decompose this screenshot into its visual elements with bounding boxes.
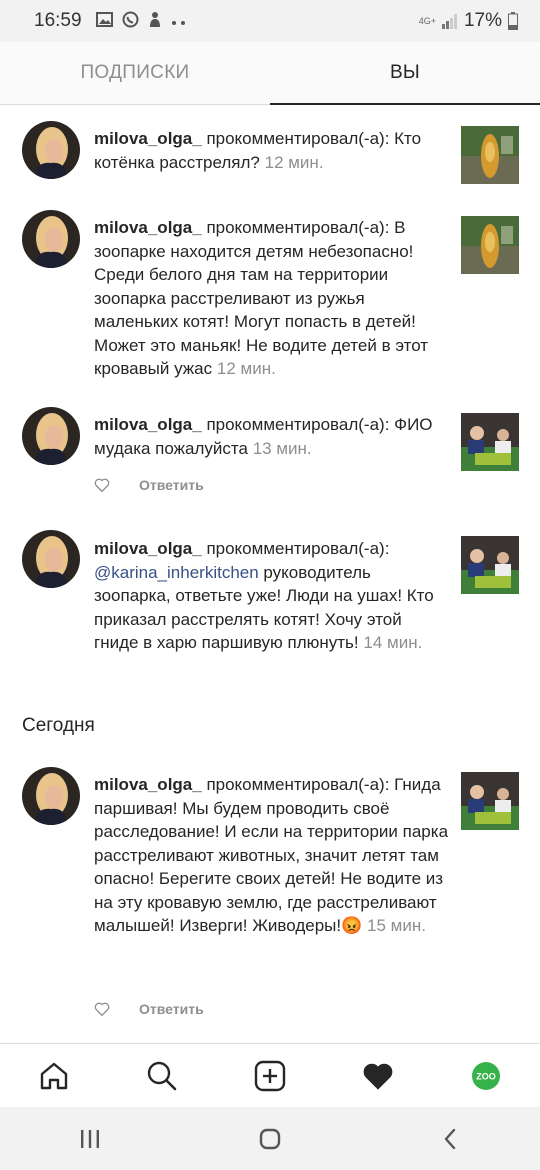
tab-you[interactable]: ВЫ (270, 42, 540, 104)
status-time: 16:59 (34, 10, 82, 31)
more-icon (171, 13, 187, 30)
avatar[interactable] (22, 210, 80, 268)
notification-text: milova_olga_ прокомментировал(-а): В зоо… (94, 218, 429, 378)
timestamp: 14 мин. (363, 633, 423, 652)
status-bar: 16:59 4G+ 17% (0, 0, 540, 42)
section-title-today: Сегодня (22, 715, 95, 736)
avatar[interactable] (22, 530, 80, 588)
notification-text: milova_olga_ прокомментировал(-а): ФИО м… (94, 415, 433, 458)
reply-button[interactable]: Ответить (139, 1001, 204, 1017)
search-icon[interactable] (142, 1056, 182, 1096)
system-navigation (0, 1107, 540, 1170)
post-thumbnail[interactable] (461, 126, 519, 184)
post-thumbnail[interactable] (461, 216, 519, 274)
recent-apps-icon[interactable] (70, 1119, 110, 1159)
comment-text: В зоопарке находится детям небезопасно! … (94, 218, 429, 378)
home-button-icon[interactable] (250, 1119, 290, 1159)
username[interactable]: milova_olga_ (94, 539, 202, 558)
tab-following[interactable]: ПОДПИСКИ (0, 42, 270, 104)
signal-icon (441, 14, 457, 29)
mention-link[interactable]: @karina_inherkitchen (94, 563, 259, 582)
notification-feed[interactable]: milova_olga_ прокомментировал(-а): Кто к… (0, 105, 540, 1042)
battery-icon (508, 12, 518, 30)
notification-text: milova_olga_ прокомментировал(-а): Гнида… (94, 775, 449, 935)
profile-avatar[interactable]: ZOO (466, 1056, 506, 1096)
app-icon (148, 11, 162, 32)
add-post-icon[interactable] (250, 1056, 290, 1096)
notification-text: milova_olga_ прокомментировал(-а): @kari… (94, 539, 434, 652)
notification-text: milova_olga_ прокомментировал(-а): Кто к… (94, 129, 422, 172)
profile-badge-text: ZOO (476, 1072, 496, 1082)
post-thumbnail[interactable] (461, 772, 519, 830)
angry-emoji: 😡 (341, 916, 363, 935)
bottom-navigation: ZOO (0, 1043, 540, 1108)
gallery-icon (95, 11, 113, 31)
heart-icon[interactable] (358, 1056, 398, 1096)
network-indicator: 4G+ (418, 15, 436, 26)
comment-actions: Ответить (94, 477, 204, 493)
avatar[interactable] (22, 121, 80, 179)
whatsapp-icon (122, 11, 139, 32)
like-heart-icon[interactable] (94, 1002, 110, 1016)
timestamp: 15 мин. (367, 916, 426, 935)
like-heart-icon[interactable] (94, 478, 110, 492)
username[interactable]: milova_olga_ (94, 775, 202, 794)
activity-tabs: ПОДПИСКИ ВЫ (0, 42, 540, 105)
timestamp: 13 мин. (252, 438, 312, 458)
comment-actions: Ответить (94, 1001, 204, 1017)
reply-button[interactable]: Ответить (139, 477, 204, 493)
post-thumbnail[interactable] (461, 413, 519, 471)
comment-text: Гнида паршивая! Мы будем проводить своё … (94, 775, 449, 935)
username[interactable]: milova_olga_ (94, 218, 202, 237)
back-icon[interactable] (430, 1119, 470, 1159)
username[interactable]: milova_olga_ (94, 415, 202, 434)
timestamp: 12 мин. (264, 152, 324, 172)
post-thumbnail[interactable] (461, 536, 519, 594)
battery-percent: 17% (463, 10, 502, 31)
username[interactable]: milova_olga_ (94, 129, 202, 148)
avatar[interactable] (22, 767, 80, 825)
avatar[interactable] (22, 407, 80, 465)
home-icon[interactable] (34, 1056, 74, 1096)
timestamp: 12 мин. (216, 359, 276, 378)
